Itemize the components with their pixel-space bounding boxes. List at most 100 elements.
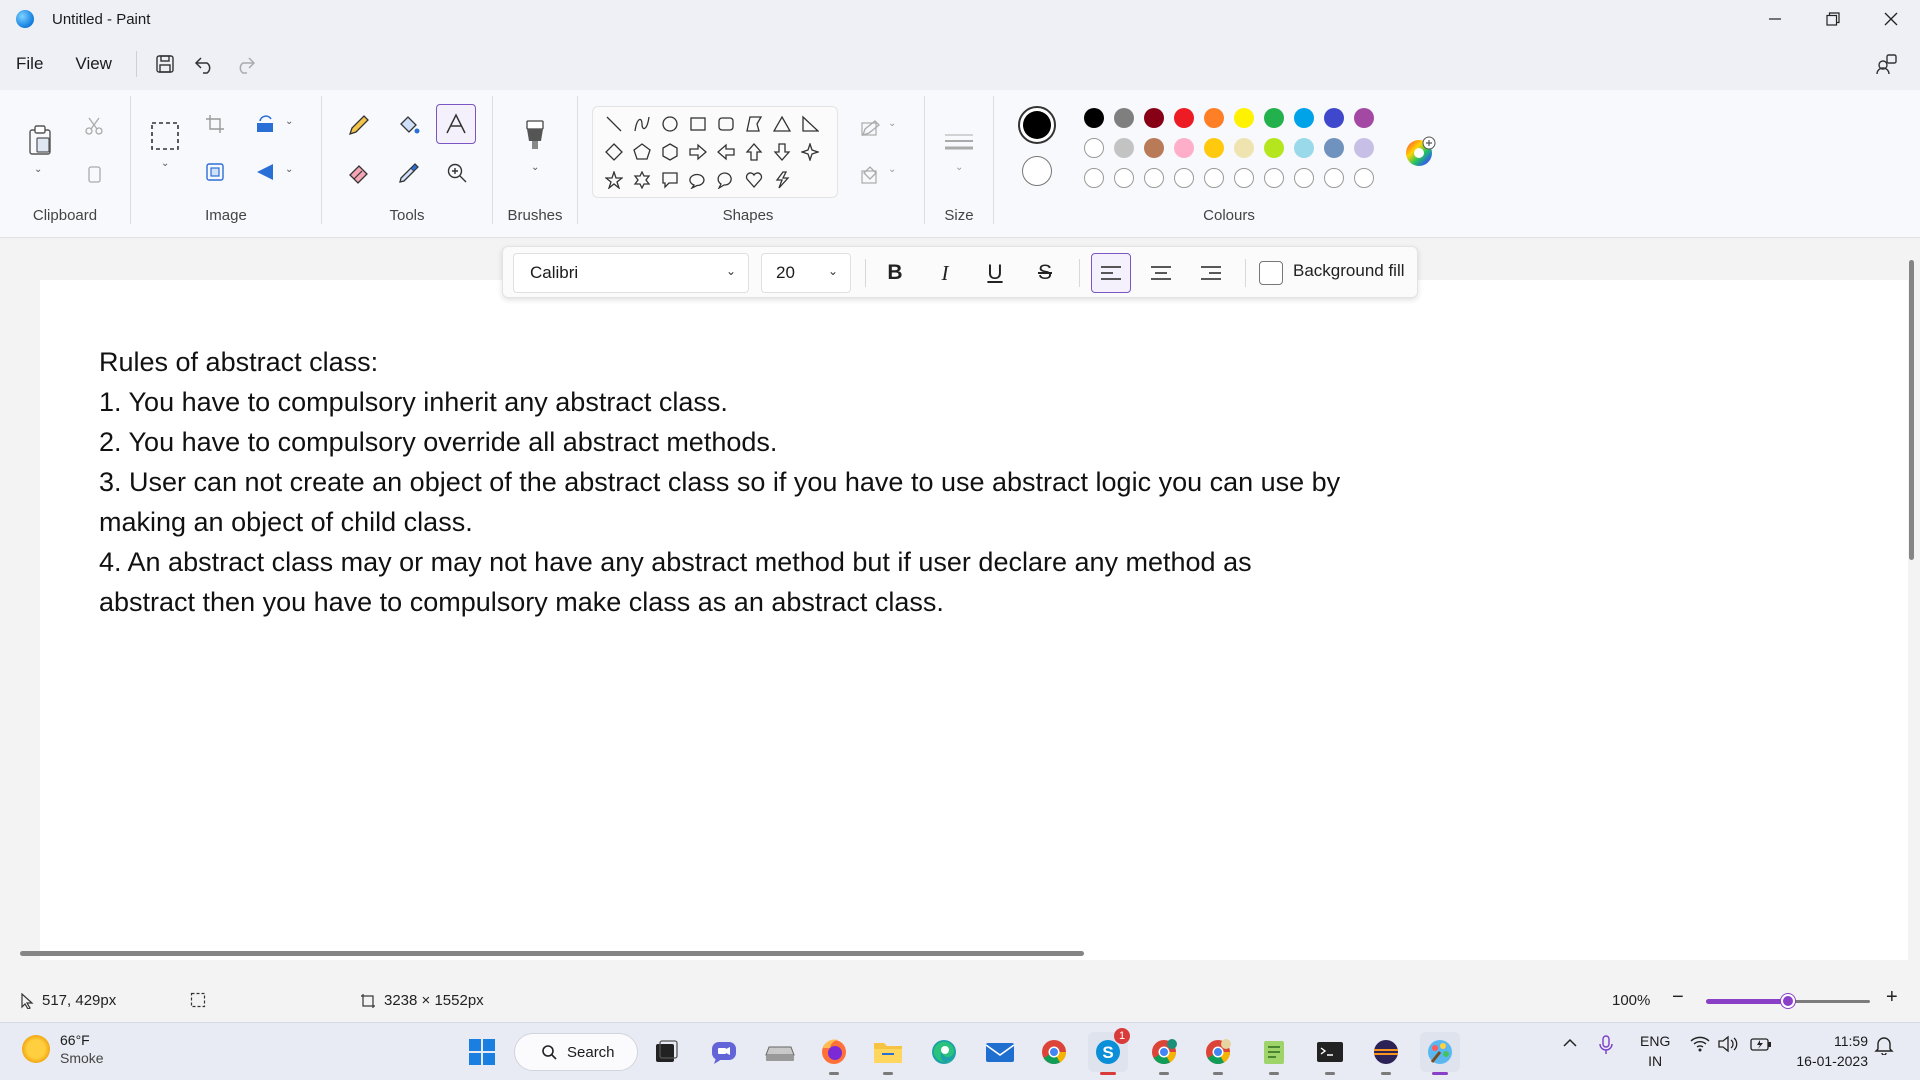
colour-swatch[interactable] [1204, 138, 1224, 158]
copy-button[interactable] [82, 162, 106, 186]
paste-button[interactable] [24, 120, 56, 160]
custom-colour-slot[interactable] [1144, 168, 1164, 188]
custom-colour-slot[interactable] [1354, 168, 1374, 188]
fill-button[interactable] [394, 110, 424, 140]
language-indicator[interactable]: ENG IN [1640, 1031, 1670, 1071]
rectangle-shape[interactable] [685, 111, 711, 137]
custom-colour-slot[interactable] [1234, 168, 1254, 188]
secondary-colour-swatch[interactable] [1022, 156, 1052, 186]
show-hidden-icons-button[interactable] [1562, 1035, 1578, 1054]
weather-widget[interactable]: 66°F Smoke [22, 1031, 104, 1067]
teams-chat-app[interactable] [704, 1032, 744, 1072]
brush-button[interactable] [519, 116, 551, 156]
colour-swatch[interactable] [1084, 138, 1104, 158]
chrome-profile-app[interactable] [1198, 1032, 1238, 1075]
size-chevron-icon[interactable]: ⌄ [955, 162, 963, 173]
zoom-value[interactable]: 100% [1612, 992, 1650, 1009]
colour-swatch[interactable] [1084, 108, 1104, 128]
diamond-shape[interactable] [601, 139, 627, 165]
up-arrow-shape[interactable] [741, 139, 767, 165]
outline-chevron-icon[interactable]: ⌄ [888, 118, 896, 129]
redo-button[interactable] [225, 44, 265, 84]
terminal-app[interactable] [1310, 1032, 1350, 1075]
font-size-select[interactable]: 20 ⌄ [761, 253, 851, 293]
edge-app[interactable] [924, 1032, 964, 1072]
minimize-button[interactable] [1746, 0, 1804, 38]
colour-swatch[interactable] [1264, 138, 1284, 158]
bold-button[interactable]: B [875, 253, 915, 293]
flip-button[interactable] [253, 160, 277, 184]
right-arrow-shape[interactable] [685, 139, 711, 165]
triangle-shape[interactable] [769, 111, 795, 137]
colour-swatch[interactable] [1354, 138, 1374, 158]
cut-button[interactable] [82, 114, 106, 138]
view-menu[interactable]: View [59, 44, 128, 84]
notepad-app[interactable] [1254, 1032, 1294, 1075]
taskbar-search[interactable]: Search [514, 1033, 638, 1071]
four-point-star-shape[interactable] [797, 139, 823, 165]
five-point-star-shape[interactable] [601, 167, 627, 193]
custom-colour-slot[interactable] [1114, 168, 1134, 188]
mail-app[interactable] [980, 1032, 1020, 1072]
cloud-callout-shape[interactable] [713, 167, 739, 193]
rect-callout-shape[interactable] [657, 167, 683, 193]
right-triangle-shape[interactable] [797, 111, 823, 137]
brush-chevron-icon[interactable]: ⌄ [531, 162, 539, 173]
oval-shape[interactable] [657, 111, 683, 137]
strikethrough-button[interactable]: S [1025, 253, 1065, 293]
italic-button[interactable]: I [925, 253, 965, 293]
flip-chevron-icon[interactable]: ⌄ [285, 164, 293, 175]
align-right-button[interactable] [1191, 253, 1231, 293]
start-button[interactable] [462, 1032, 502, 1072]
colour-swatch[interactable] [1324, 108, 1344, 128]
custom-colour-slot[interactable] [1294, 168, 1314, 188]
crop-button[interactable] [203, 112, 227, 136]
oval-callout-shape[interactable] [685, 167, 711, 193]
underline-button[interactable]: U [975, 253, 1015, 293]
colour-swatch[interactable] [1204, 108, 1224, 128]
colour-swatch[interactable] [1114, 108, 1134, 128]
background-fill-checkbox[interactable] [1259, 261, 1283, 285]
paste-chevron-icon[interactable]: ⌄ [34, 164, 42, 175]
task-view-button[interactable] [646, 1032, 686, 1072]
pentagon-shape[interactable] [629, 139, 655, 165]
select-chevron-icon[interactable]: ⌄ [161, 158, 169, 169]
colour-swatch[interactable] [1234, 108, 1254, 128]
rotate-chevron-icon[interactable]: ⌄ [285, 116, 293, 127]
undo-button[interactable] [185, 44, 225, 84]
colour-swatch[interactable] [1234, 138, 1254, 158]
colour-swatch[interactable] [1354, 108, 1374, 128]
heart-shape[interactable] [741, 167, 767, 193]
battery-button[interactable] [1750, 1035, 1772, 1056]
drawing-canvas[interactable]: Rules of abstract class: 1. You have to c… [40, 280, 1908, 960]
drive-app[interactable] [760, 1032, 800, 1072]
colour-swatch[interactable] [1324, 138, 1344, 158]
colour-swatch[interactable] [1144, 108, 1164, 128]
colour-swatch[interactable] [1264, 108, 1284, 128]
firefox-app[interactable] [814, 1032, 854, 1075]
zoom-slider[interactable] [1706, 994, 1870, 1008]
chrome-app[interactable] [1034, 1032, 1074, 1072]
skype-app[interactable]: S 1 [1088, 1028, 1130, 1075]
left-arrow-shape[interactable] [713, 139, 739, 165]
colour-swatch[interactable] [1174, 108, 1194, 128]
fill-style-button[interactable] [854, 160, 890, 190]
eclipse-app[interactable] [1366, 1032, 1406, 1075]
horizontal-scrollbar[interactable] [20, 951, 1084, 956]
custom-colour-slot[interactable] [1084, 168, 1104, 188]
curve-shape[interactable] [629, 111, 655, 137]
colour-swatch[interactable] [1144, 138, 1164, 158]
wifi-button[interactable] [1690, 1035, 1710, 1056]
size-button[interactable] [941, 128, 977, 158]
share-button[interactable] [1866, 44, 1906, 84]
close-button[interactable] [1862, 0, 1920, 38]
save-button[interactable] [145, 44, 185, 84]
chrome-profile-k-app[interactable] [1144, 1032, 1184, 1075]
down-arrow-shape[interactable] [769, 139, 795, 165]
align-left-button[interactable] [1091, 253, 1131, 293]
custom-colour-slot[interactable] [1204, 168, 1224, 188]
pencil-button[interactable] [344, 110, 374, 140]
six-point-star-shape[interactable] [629, 167, 655, 193]
magnifier-button[interactable] [442, 158, 472, 188]
resize-button[interactable] [203, 160, 227, 184]
